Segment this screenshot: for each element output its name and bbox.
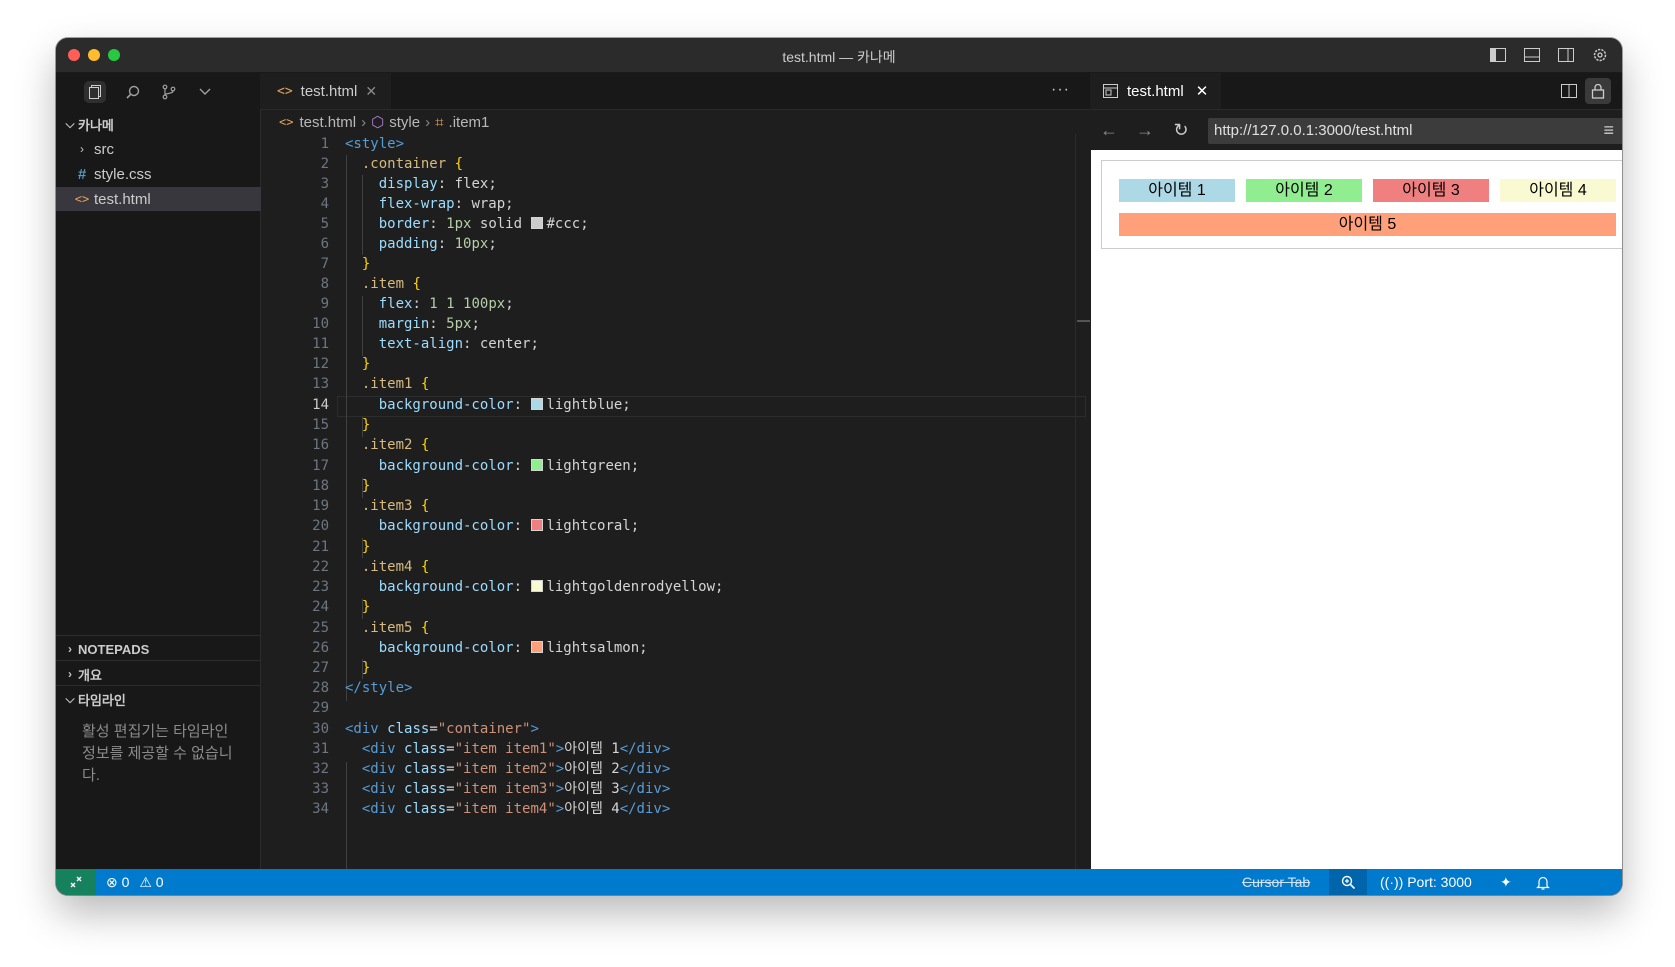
search-icon[interactable] [122,81,144,103]
preview-item-3: 아이템 3 [1373,179,1489,202]
browser-nav-bar: ← → ↻ http://127.0.0.1:3000/test.html ≡ [1091,110,1622,150]
color-swatch-lightgreen[interactable] [531,459,544,471]
toggle-primary-sidebar-icon[interactable] [1488,45,1508,65]
color-swatch-lightblue[interactable] [531,398,544,410]
html-icon: <> [277,83,293,99]
sparkle-icon[interactable]: ✦ [1500,869,1512,895]
url-input[interactable]: http://127.0.0.1:3000/test.html [1208,118,1622,144]
editor-tab-bar: <> test.html ✕ ··· [261,73,1090,110]
back-arrow-icon[interactable]: ← [1091,120,1127,141]
chevron-right-icon: › [68,642,72,656]
toggle-secondary-sidebar-icon[interactable] [1556,45,1576,65]
settings-gear-icon[interactable] [1590,45,1610,65]
browser-preview: test.html ✕ ··· ← → ↻ http://127.0.0.1:3… [1091,73,1622,869]
tree-item-test-html[interactable]: <> test.html [56,187,278,211]
preview-item-1: 아이템 1 [1119,179,1235,202]
section-timeline[interactable]: ⌵ 타임라인 [56,687,266,711]
chevron-right-icon: › [80,142,84,156]
browser-icon [1103,84,1118,98]
explorer-sidebar: ⌵ 카나메 › src # style.css <> test.html › N… [56,109,278,869]
color-swatch-lightsalmon[interactable] [531,641,544,653]
hamburger-menu-icon[interactable]: ≡ [1603,120,1614,141]
color-swatch-lightcoral[interactable] [531,519,544,531]
html-icon: <> [279,115,294,129]
timeline-empty-message: 활성 편집기는 타임라인 정보를 제공할 수 없습니다. [82,723,233,784]
explorer-root-folder[interactable]: ⌵ 카나메 [56,112,266,136]
breadcrumb-style[interactable]: style [389,114,420,131]
breadcrumb: <> test.html › ⬡ style › ⌗ .item1 [279,113,490,132]
window-title: test.html — 카나메 [782,49,896,65]
close-icon[interactable]: ✕ [365,83,377,100]
cursor-tab-status[interactable]: Cursor Tab [1242,869,1310,895]
html-icon: <> [74,192,90,206]
breadcrumb-file[interactable]: test.html [299,114,356,131]
app-window: test.html — 카나메 ⌵ 카나메 › src # style.css … [56,38,1622,895]
toggle-panel-icon[interactable] [1522,45,1542,65]
section-outline[interactable]: › 개요 [56,662,266,686]
more-actions-icon[interactable]: ··· [1621,81,1622,99]
reload-icon[interactable]: ↻ [1163,120,1199,141]
tab-preview-test-html[interactable]: test.html ✕ [1091,73,1221,109]
more-actions-icon[interactable]: ··· [1051,81,1070,99]
split-editor-icon[interactable] [1561,83,1577,104]
chevron-down-icon: ⌵ [65,691,75,706]
hash-icon: # [77,165,87,183]
color-swatch-ccc[interactable] [531,217,544,229]
activity-bar [56,73,260,109]
status-bar: ⊗ 0 ⚠ 0 Cursor Tab ((·)) Port: 3000 ✦ [56,869,1622,895]
tab-test-html[interactable]: <> test.html ✕ [261,73,391,109]
breadcrumb-item1[interactable]: .item1 [449,114,490,131]
chevron-down-icon: ⌵ [65,116,75,131]
forward-arrow-icon[interactable]: → [1127,120,1163,141]
class-icon: ⌗ [435,113,444,131]
explorer-files-icon[interactable] [84,81,106,103]
title-bar: test.html — 카나메 [56,38,1622,73]
port-status[interactable]: ((·)) Port: 3000 [1380,869,1472,895]
notifications-bell-icon[interactable] [1536,869,1550,895]
source-control-icon[interactable] [158,81,180,103]
section-notepads[interactable]: › NOTEPADS [56,637,266,661]
flex-container: 아이템 1 아이템 2 아이템 3 아이템 4 아이템 5 [1101,160,1622,249]
chevron-right-icon: › [68,667,72,681]
lock-icon[interactable] [1585,78,1611,104]
tree-item-src[interactable]: › src [56,137,278,161]
broadcast-icon: ((·)) [1380,874,1404,890]
preview-item-4: 아이템 4 [1500,179,1616,202]
rendered-page: 아이템 1 아이템 2 아이템 3 아이템 4 아이템 5 [1091,150,1622,869]
error-icon: ⊗ [106,874,118,890]
code-editor: <> test.html ✕ ··· <> test.html › ⬡ styl… [261,73,1090,869]
preview-item-2: 아이템 2 [1246,179,1362,202]
zoom-icon[interactable] [1329,869,1367,895]
chevron-down-icon[interactable] [194,81,216,103]
remote-indicator[interactable] [56,869,96,895]
code-area[interactable]: 1 <style> 2 .container { 3 display: flex;… [261,134,1090,869]
color-swatch-lightgoldenrodyellow[interactable] [531,580,544,592]
warning-icon: ⚠ [139,874,152,890]
tree-item-style-css[interactable]: # style.css [56,162,278,186]
preview-item-5: 아이템 5 [1119,213,1616,236]
cube-icon: ⬡ [371,114,385,131]
problems-indicator[interactable]: ⊗ 0 ⚠ 0 [106,869,164,895]
close-icon[interactable]: ✕ [1196,82,1209,100]
preview-tab-bar: test.html ✕ ··· [1091,73,1622,110]
